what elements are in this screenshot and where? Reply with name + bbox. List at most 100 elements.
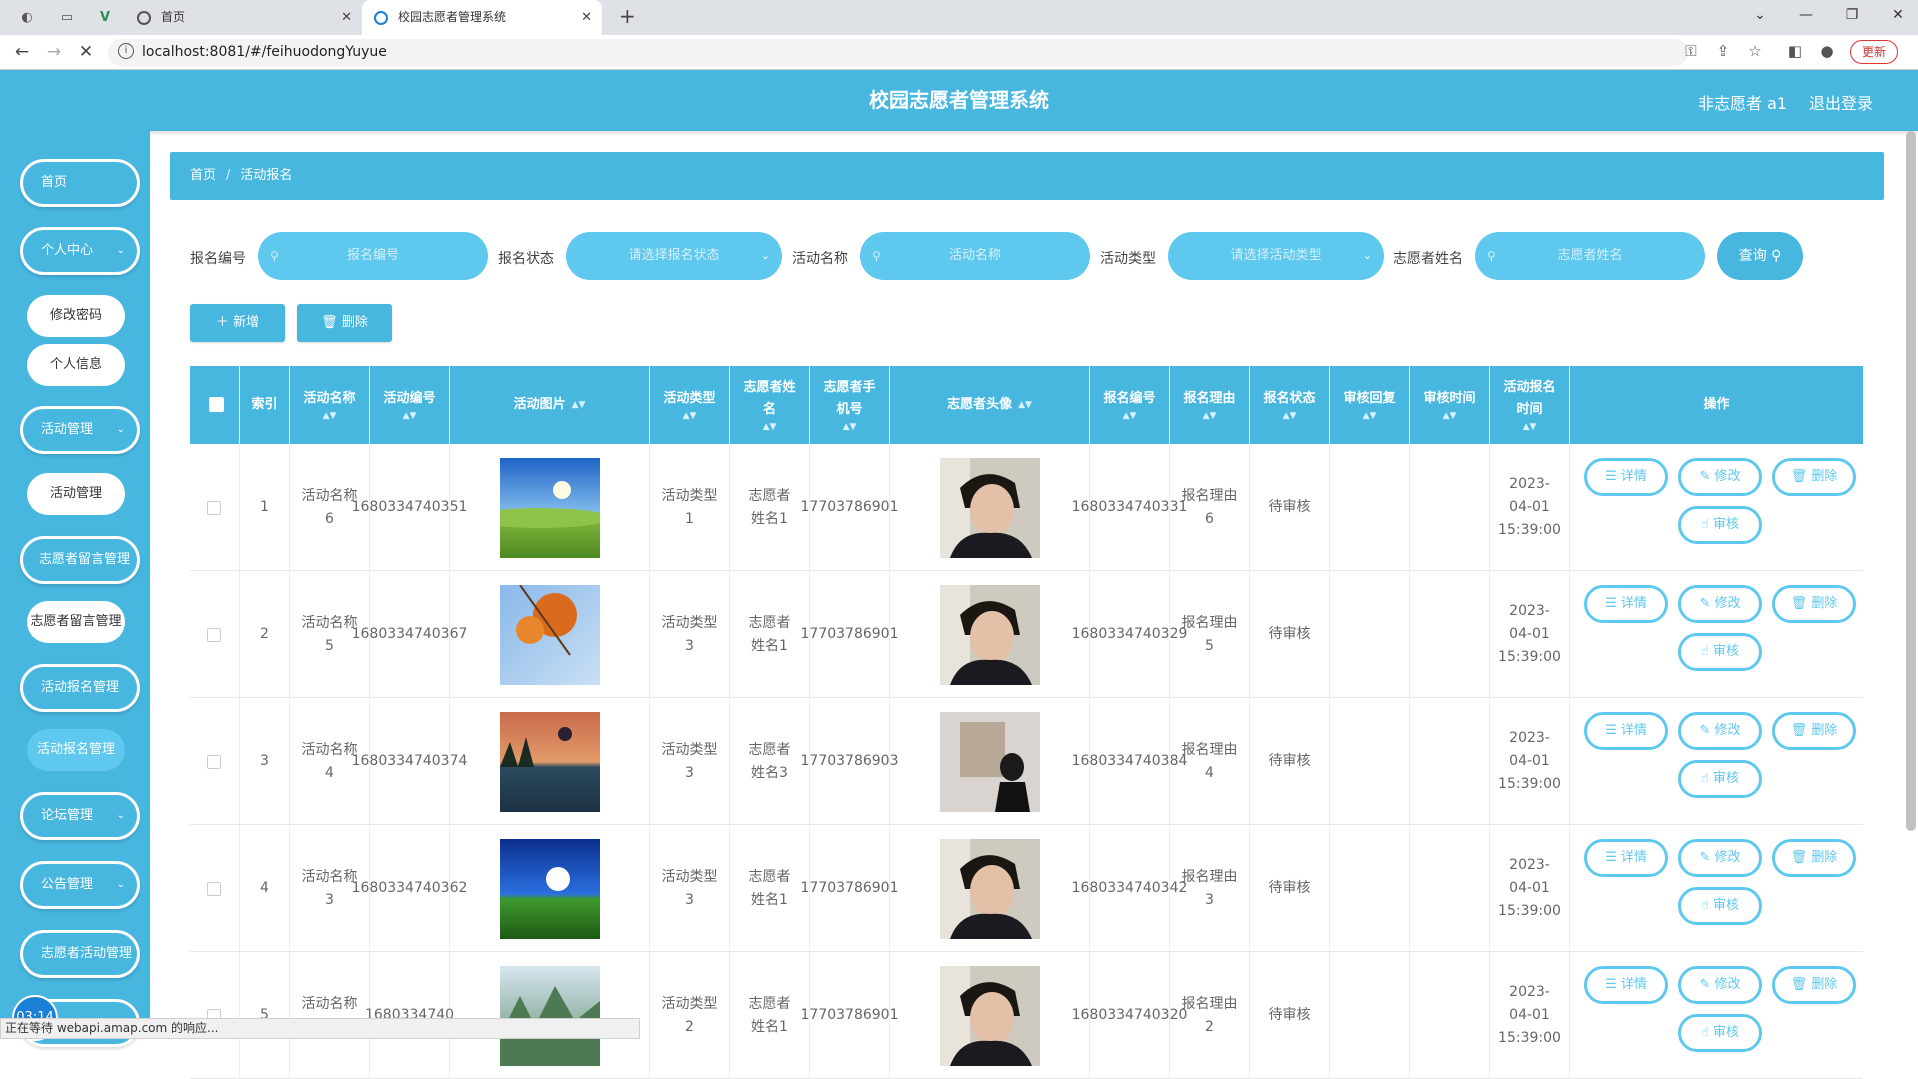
page-scrollbar[interactable] [1906,131,1916,831]
sidebar-item-volunteer-activity[interactable]: 志愿者活动管理 [20,930,140,978]
sort-icon[interactable]: ▲▼ [1203,410,1217,422]
sidebar-item-message-list[interactable]: 志愿者留言管理 [27,601,125,643]
forward-icon[interactable]: → [42,42,66,62]
activity-type-select[interactable]: 请选择活动类型 ⌄ [1168,232,1384,280]
sort-icon[interactable]: ▲▼ [1363,410,1377,422]
col-signup-time[interactable]: 活动报名时间 ▲▼ [1490,366,1570,444]
sidebar-item-personal-info[interactable]: 个人信息 [27,344,125,386]
volunteer-name-input[interactable]: ⚲ 志愿者姓名 [1475,232,1705,280]
col-activity-code[interactable]: 活动编号 ▲▼ [370,366,450,444]
close-icon[interactable]: ✕ [341,0,352,35]
logout-link[interactable]: 退出登录 [1809,90,1873,114]
col-activity-type[interactable]: 活动类型 ▲▼ [650,366,730,444]
row-delete-button[interactable]: 🗑 删除 [1772,966,1856,1004]
col-volunteer-avatar[interactable]: 志愿者头像 ▲▼ [890,366,1090,444]
col-reg-no[interactable]: 报名编号 ▲▼ [1090,366,1170,444]
detail-button[interactable]: ☰ 详情 [1584,839,1668,877]
edit-button[interactable]: ✎ 修改 [1678,585,1762,623]
add-button[interactable]: ＋ 新增 [190,304,285,342]
activity-image[interactable] [499,711,600,812]
audit-button[interactable]: ☝ 审核 [1678,887,1762,925]
site-info-icon[interactable]: i [118,43,134,59]
sidebar-item-personal-center[interactable]: 个人中心 ⌄ [20,227,140,275]
reg-no-input[interactable]: ⚲ 报名编号 [258,232,488,280]
detail-button[interactable]: ☰ 详情 [1584,458,1668,496]
sort-icon[interactable]: ▲▼ [323,410,337,422]
sidebar-item-change-password[interactable]: 修改密码 [27,295,125,337]
col-volunteer-phone[interactable]: 志愿者手机号 ▲▼ [810,366,890,444]
key-icon[interactable]: ⚿ [1681,42,1701,60]
col-activity-name[interactable]: 活动名称 ▲▼ [290,366,370,444]
edit-button[interactable]: ✎ 修改 [1678,966,1762,1004]
col-reply[interactable]: 审核回复 ▲▼ [1330,366,1410,444]
col-status[interactable]: 报名状态 ▲▼ [1250,366,1330,444]
url-field[interactable]: i localhost:8081/#/feihuodongYuyue [108,39,1688,66]
sort-icon[interactable]: ▲▼ [1123,410,1137,422]
sidebar-item-signup-mgmt[interactable]: 活动报名管理 [20,664,140,712]
edit-button[interactable]: ✎ 修改 [1678,712,1762,750]
row-delete-button[interactable]: 🗑 删除 [1772,458,1856,496]
sort-icon[interactable]: ▲▼ [1523,421,1537,433]
tab-volunteer-system[interactable]: 校园志愿者管理系统 ✕ [362,0,602,35]
sort-icon[interactable]: ▲▼ [843,421,857,433]
volunteer-avatar[interactable] [939,838,1040,939]
row-checkbox[interactable] [207,755,221,769]
audit-button[interactable]: ☝ 审核 [1678,506,1762,544]
volunteer-avatar[interactable] [939,965,1040,1066]
activity-image[interactable] [499,965,600,1066]
tab-search-icon[interactable]: ⌄ [1740,0,1780,35]
browser-menu-icon[interactable]: ◐ [18,9,36,27]
star-icon[interactable]: ☆ [1745,42,1765,60]
vue-tab-icon[interactable]: V [96,9,114,27]
minimize-icon[interactable]: — [1786,0,1826,35]
col-audit-time[interactable]: 审核时间 ▲▼ [1410,366,1490,444]
volunteer-avatar[interactable] [939,584,1040,685]
sidebar-item-notice-mgmt[interactable]: 公告管理 ⌄ [20,861,140,909]
close-icon[interactable]: ✕ [581,0,592,35]
sort-icon[interactable]: ▲▼ [1018,399,1032,411]
back-icon[interactable]: ← [10,42,34,62]
col-activity-image[interactable]: 活动图片 ▲▼ [450,366,650,444]
row-delete-button[interactable]: 🗑 删除 [1772,712,1856,750]
activity-image[interactable] [499,457,600,558]
sort-icon[interactable]: ▲▼ [1443,410,1457,422]
sort-icon[interactable]: ▲▼ [1283,410,1297,422]
sort-icon[interactable]: ▲▼ [683,410,697,422]
sort-icon[interactable]: ▲▼ [763,421,777,433]
sidebar-item-forum-mgmt[interactable]: 论坛管理 ⌄ [20,792,140,840]
activity-image[interactable] [499,584,600,685]
audit-button[interactable]: ☝ 审核 [1678,633,1762,671]
row-delete-button[interactable]: 🗑 删除 [1772,839,1856,877]
select-all-checkbox[interactable] [209,397,224,412]
col-volunteer-name[interactable]: 志愿者姓名 ▲▼ [730,366,810,444]
detail-button[interactable]: ☰ 详情 [1584,712,1668,750]
status-select[interactable]: 请选择报名状态 ⌄ [566,232,782,280]
row-checkbox[interactable] [207,882,221,896]
window-close-icon[interactable]: ✕ [1878,0,1918,35]
breadcrumb-home[interactable]: 首页 [190,168,216,183]
detail-button[interactable]: ☰ 详情 [1584,966,1668,1004]
sidebar-item-activity-list[interactable]: 活动管理 [27,473,125,515]
sidebar-item-signup-list[interactable]: 活动报名管理 [27,729,125,771]
col-reason[interactable]: 报名理由 ▲▼ [1170,366,1250,444]
sort-icon[interactable]: ▲▼ [403,410,417,422]
sidebar-item-message-mgmt[interactable]: 志愿者留言管理 [20,536,140,584]
stop-loading-icon[interactable]: ✕ [74,42,98,62]
tab-home[interactable]: 首页 ✕ [125,0,362,35]
edit-button[interactable]: ✎ 修改 [1678,458,1762,496]
volunteer-avatar[interactable] [939,457,1040,558]
sidebar-item-activity-mgmt[interactable]: 活动管理 ⌄ [20,406,140,454]
detail-button[interactable]: ☰ 详情 [1584,585,1668,623]
row-delete-button[interactable]: 🗑 删除 [1772,585,1856,623]
activity-name-input[interactable]: ⚲ 活动名称 [860,232,1090,280]
update-button[interactable]: 更新 [1850,40,1898,64]
sidebar-item-home[interactable]: 首页 [20,159,140,207]
search-button[interactable]: 查询 ⚲ [1717,232,1803,280]
delete-button[interactable]: 🗑 删除 [297,304,392,342]
share-icon[interactable]: ⇪ [1713,42,1733,60]
sidepanel-icon[interactable]: ◧ [1785,42,1805,60]
volunteer-avatar[interactable] [939,711,1040,812]
audit-button[interactable]: ☝ 审核 [1678,760,1762,798]
new-tab-icon[interactable]: + [619,0,636,33]
activity-image[interactable] [499,838,600,939]
